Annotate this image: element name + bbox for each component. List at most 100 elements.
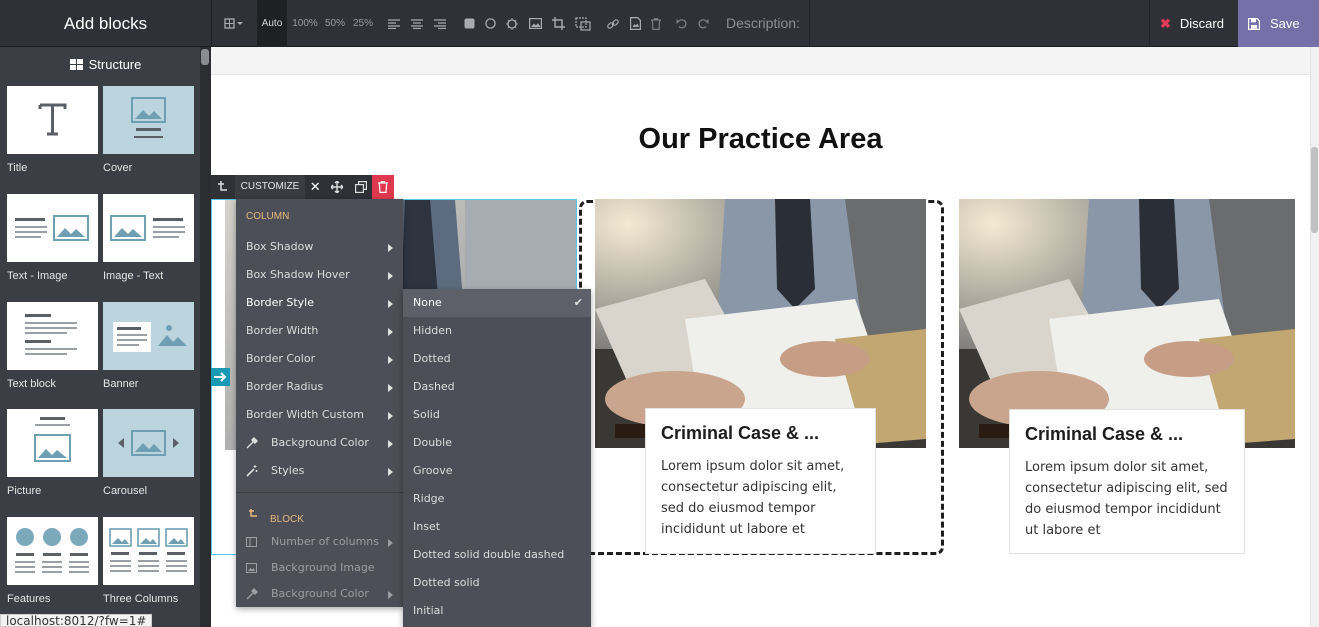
menu-item-label: Box Shadow (246, 240, 314, 253)
block-picture[interactable]: Picture (7, 409, 98, 497)
block-thumbnail (7, 194, 98, 262)
border-style-option-dotted-solid[interactable]: Dotted solid (403, 569, 591, 597)
shape-square-button[interactable] (460, 0, 478, 47)
block-cover[interactable]: Cover (103, 86, 194, 174)
description-field[interactable]: Description: (726, 0, 800, 47)
border-style-option-solid[interactable]: Solid (403, 401, 591, 429)
columns-icon (246, 537, 257, 547)
delete-button[interactable] (372, 175, 395, 199)
menu-item-number-of-columns[interactable]: Number of columns (236, 528, 403, 556)
undo-icon (676, 19, 687, 29)
customize-label[interactable]: CUSTOMIZE (234, 175, 306, 199)
link-button[interactable] (604, 0, 622, 47)
image-button[interactable] (526, 0, 544, 47)
menu-item-label: Background Color (271, 436, 369, 449)
undo-button[interactable] (674, 0, 690, 47)
duplicate-button[interactable] (349, 175, 373, 199)
section-heading[interactable]: Our Practice Area (211, 123, 1310, 156)
drop-target-arrow-icon[interactable] (211, 368, 230, 386)
image-text-icon (110, 215, 185, 241)
block-text-block[interactable]: Text block (7, 302, 98, 390)
menu-item-border-radius[interactable]: Border Radius (236, 373, 403, 401)
border-style-option-dashed[interactable]: Dashed (403, 373, 591, 401)
menu-item-background-color[interactable]: Background Color (236, 429, 403, 457)
floppy-disk-icon (1248, 17, 1260, 30)
page-scrollbar-thumb[interactable] (1311, 147, 1318, 233)
text-block-icon (25, 314, 77, 355)
border-style-option-inset[interactable]: Inset (403, 513, 591, 541)
close-icon[interactable]: ✕ (305, 175, 325, 199)
menu-item-label: Border Width Custom (246, 408, 364, 421)
select-parent-button[interactable] (211, 175, 235, 199)
trash-icon (378, 181, 389, 193)
replace-image-button[interactable] (626, 0, 644, 47)
eyedropper-icon (246, 437, 258, 449)
structure-heading[interactable]: Structure (0, 47, 211, 81)
move-button[interactable] (325, 175, 349, 199)
align-left-button[interactable] (385, 0, 403, 47)
zoom-50-button[interactable]: 50% (323, 0, 347, 47)
menu-item-background-image[interactable]: Background Image (236, 554, 403, 582)
page-scrollbar[interactable] (1310, 47, 1319, 627)
option-label: Initial (413, 604, 444, 617)
previous-section-strip (211, 47, 1310, 75)
option-label: Dashed (413, 380, 455, 393)
block-image-text[interactable]: Image - Text (103, 194, 194, 282)
block-thumbnail (103, 409, 194, 477)
discard-button[interactable]: ✖ Discard (1149, 0, 1238, 47)
menu-item-border-width[interactable]: Border Width (236, 317, 403, 345)
option-label: Dotted (413, 352, 451, 365)
align-right-button[interactable] (431, 0, 449, 47)
border-style-option-double[interactable]: Double (403, 429, 591, 457)
discard-label: Discard (1179, 16, 1224, 31)
status-url-tooltip: localhost:8012/?fw=1# (0, 614, 153, 627)
save-button[interactable]: Save (1238, 0, 1319, 47)
image-icon (246, 563, 257, 573)
practice-card[interactable]: Criminal Case & ... Lorem ipsum dolor si… (1009, 409, 1245, 554)
menu-item-box-shadow-hover[interactable]: Box Shadow Hover (236, 261, 403, 289)
block-banner[interactable]: Banner (103, 302, 194, 390)
submenu-arrow-icon (388, 328, 393, 336)
option-label: Double (413, 436, 452, 449)
block-carousel[interactable]: Carousel (103, 409, 194, 497)
border-style-option-initial[interactable]: Initial (403, 597, 591, 625)
practice-card[interactable]: Criminal Case & ... Lorem ipsum dolor si… (645, 408, 876, 554)
sidebar-scrollbar[interactable] (200, 47, 211, 627)
shape-circle-button[interactable] (481, 0, 499, 47)
option-label: Groove (413, 464, 453, 477)
submenu-arrow-icon (388, 468, 393, 476)
block-section-heading: BLOCK (270, 514, 304, 525)
block-features[interactable]: Features (7, 517, 98, 605)
features-icon (15, 528, 89, 573)
menu-item-border-color[interactable]: Border Color (236, 345, 403, 373)
block-title[interactable]: Title (7, 86, 98, 174)
border-style-option-ridge[interactable]: Ridge (403, 485, 591, 513)
zoom-auto-button[interactable]: Auto (257, 0, 287, 47)
block-text-image[interactable]: Text - Image (7, 194, 98, 282)
border-style-option-dotted[interactable]: Dotted (403, 345, 591, 373)
grid-dropdown-button[interactable] (219, 0, 249, 47)
delete-image-button[interactable] (648, 0, 664, 47)
save-label: Save (1270, 16, 1300, 31)
border-style-option-dotted-solid-double-dashed[interactable]: Dotted solid double dashed (403, 541, 591, 569)
menu-item-border-style[interactable]: Border Style (236, 289, 403, 317)
menu-item-border-width-custom[interactable]: Border Width Custom (236, 401, 403, 429)
border-style-option-hidden[interactable]: Hidden (403, 317, 591, 345)
menu-item-label: Number of columns (271, 535, 380, 548)
sidebar-scrollbar-thumb[interactable] (201, 49, 209, 65)
crop-button[interactable] (549, 0, 567, 47)
zoom-25-button[interactable]: 25% (351, 0, 375, 47)
border-style-option-none[interactable]: None ✔ (403, 289, 591, 317)
resize-button[interactable] (572, 0, 594, 47)
block-three-columns[interactable]: Three Columns (103, 517, 194, 605)
redo-button[interactable] (695, 0, 711, 47)
menu-item-styles[interactable]: Styles (236, 457, 403, 485)
block-label: Title (7, 162, 28, 174)
zoom-100-button[interactable]: 100% (291, 0, 319, 47)
menu-item-block-background-color[interactable]: Background Color (236, 580, 403, 608)
border-style-option-groove[interactable]: Groove (403, 457, 591, 485)
menu-item-box-shadow[interactable]: Box Shadow (236, 233, 403, 261)
block-label: Carousel (103, 485, 148, 497)
align-center-button[interactable] (408, 0, 426, 47)
shape-gear-button[interactable] (503, 0, 521, 47)
